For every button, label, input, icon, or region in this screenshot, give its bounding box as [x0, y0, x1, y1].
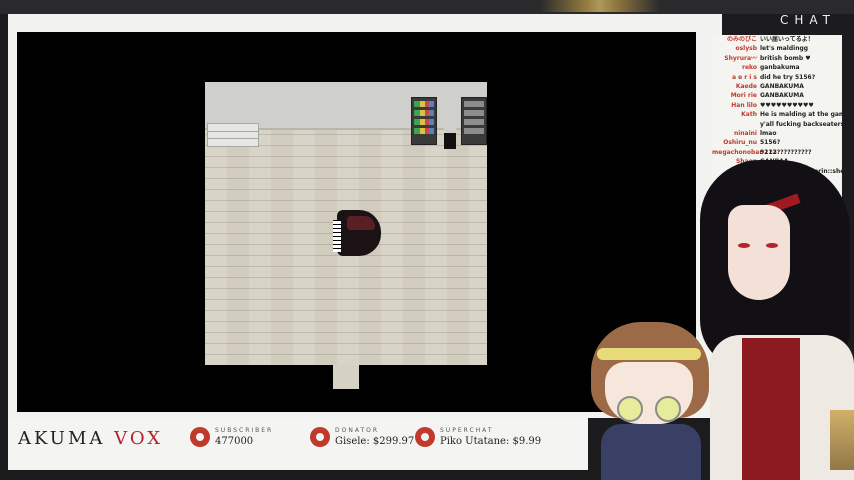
chibi-headband	[597, 348, 701, 360]
donator-stat: DONATOR Gisele: $299.97	[310, 427, 414, 447]
chat-username[interactable]: Oshiru_nu	[712, 138, 760, 147]
chat-title: CHAT	[780, 13, 837, 27]
chat-text: He is malding at the game I'm	[760, 111, 842, 119]
chat-text: let's maldingg	[760, 45, 809, 53]
donator-label: DONATOR	[335, 427, 380, 434]
chat-text: GANBAKUMA	[760, 92, 804, 100]
chat-text: 5156?	[760, 139, 781, 147]
flower-icon	[310, 427, 330, 447]
chat-message: KathHe is malding at the game I'm	[712, 110, 842, 119]
chibi-avatar	[583, 318, 713, 480]
grand-piano[interactable]	[333, 210, 383, 260]
subscriber-value: 477000	[215, 436, 254, 447]
gold-ornament	[830, 410, 854, 470]
chat-username[interactable]: Kath	[712, 110, 760, 119]
chibi-eye	[617, 396, 643, 422]
chat-username[interactable]	[712, 120, 760, 129]
flower-icon	[415, 427, 435, 447]
vtuber-avatar-main	[690, 160, 854, 480]
superchat-value: Piko Utatane: $9.99	[440, 436, 542, 447]
subscriber-label: SUBSCRIBER	[215, 427, 274, 434]
chat-username[interactable]: Han lilo	[712, 101, 760, 110]
chat-message: Oshiru_nu 5156?	[712, 138, 842, 147]
chat-text: british bomb ♥	[760, 54, 811, 62]
chat-text: lmao	[760, 130, 777, 138]
room-exit	[333, 365, 359, 389]
room-floor	[205, 82, 487, 365]
chat-message: oslysb let's maldingg	[712, 44, 842, 53]
chat-username[interactable]: Mori rie	[712, 91, 760, 100]
avatar-face	[728, 205, 790, 300]
chat-message: Han lilo ♥♥♥♥♥♥♥♥♥♥	[712, 101, 842, 110]
chat-username[interactable]: ninaini	[712, 129, 760, 138]
white-shelf	[207, 123, 259, 147]
top-frame	[0, 0, 854, 14]
chat-message: megachonobar 123 9212??????????	[712, 148, 842, 157]
chat-username[interactable]: a e r i s	[712, 73, 760, 82]
avatar-eye	[738, 243, 750, 248]
avatar-eye	[766, 243, 778, 248]
chat-username[interactable]: reko	[712, 63, 760, 72]
chat-text: いい届いってるよ！	[760, 36, 814, 43]
brand-logo: AKUMA VOX	[18, 428, 163, 449]
gold-ornament	[540, 0, 660, 12]
player-head	[443, 122, 457, 132]
avatar-shirt	[742, 338, 800, 480]
chat-text: y'all fucking backseaters	[760, 120, 842, 128]
brand-text-right: VOX	[114, 428, 164, 449]
brand-text-left: AKUMA	[18, 428, 106, 449]
chibi-eye	[655, 396, 681, 422]
chat-username[interactable]: のみのびこ	[712, 35, 760, 44]
chat-message: y'all fucking backseaters	[712, 120, 842, 129]
chat-username[interactable]: megachonobar 123	[712, 148, 777, 157]
chat-message: reko ganbakuma	[712, 63, 842, 72]
chat-message: Shyrura〰 british bomb ♥	[712, 54, 842, 63]
player-body	[444, 133, 456, 149]
donator-value: Gisele: $299.97	[335, 436, 415, 447]
chat-message: ninaini lmao	[712, 129, 842, 138]
player-character	[443, 122, 457, 150]
chat-username[interactable]: Shyrura〰	[712, 54, 760, 63]
chat-text: ganbakuma	[760, 64, 800, 72]
chat-message: のみのびこ いい届いってるよ！	[712, 35, 842, 44]
chat-message: a e r i s did he try 5156?	[712, 73, 842, 82]
bookcase-colored	[411, 97, 437, 145]
chat-username[interactable]: oslysb	[712, 44, 760, 53]
chat-username[interactable]: Kaede	[712, 82, 760, 91]
chat-text: did he try 5156?	[760, 73, 816, 81]
chat-text: GANBAKUMA	[760, 83, 804, 91]
chat-text: ♥♥♥♥♥♥♥♥♥♥	[760, 101, 814, 109]
chat-text: 9212??????????	[760, 148, 812, 156]
subscriber-stat: SUBSCRIBER 477000	[190, 427, 273, 447]
chat-message: Mori rie GANBAKUMA	[712, 91, 842, 100]
superchat-label: SUPERCHAT	[440, 427, 494, 434]
bookcase-gray	[461, 97, 487, 145]
chibi-body	[601, 424, 701, 480]
flower-icon	[190, 427, 210, 447]
chat-message: Kaede GANBAKUMA	[712, 82, 842, 91]
superchat-stat: SUPERCHAT Piko Utatane: $9.99	[415, 427, 541, 447]
